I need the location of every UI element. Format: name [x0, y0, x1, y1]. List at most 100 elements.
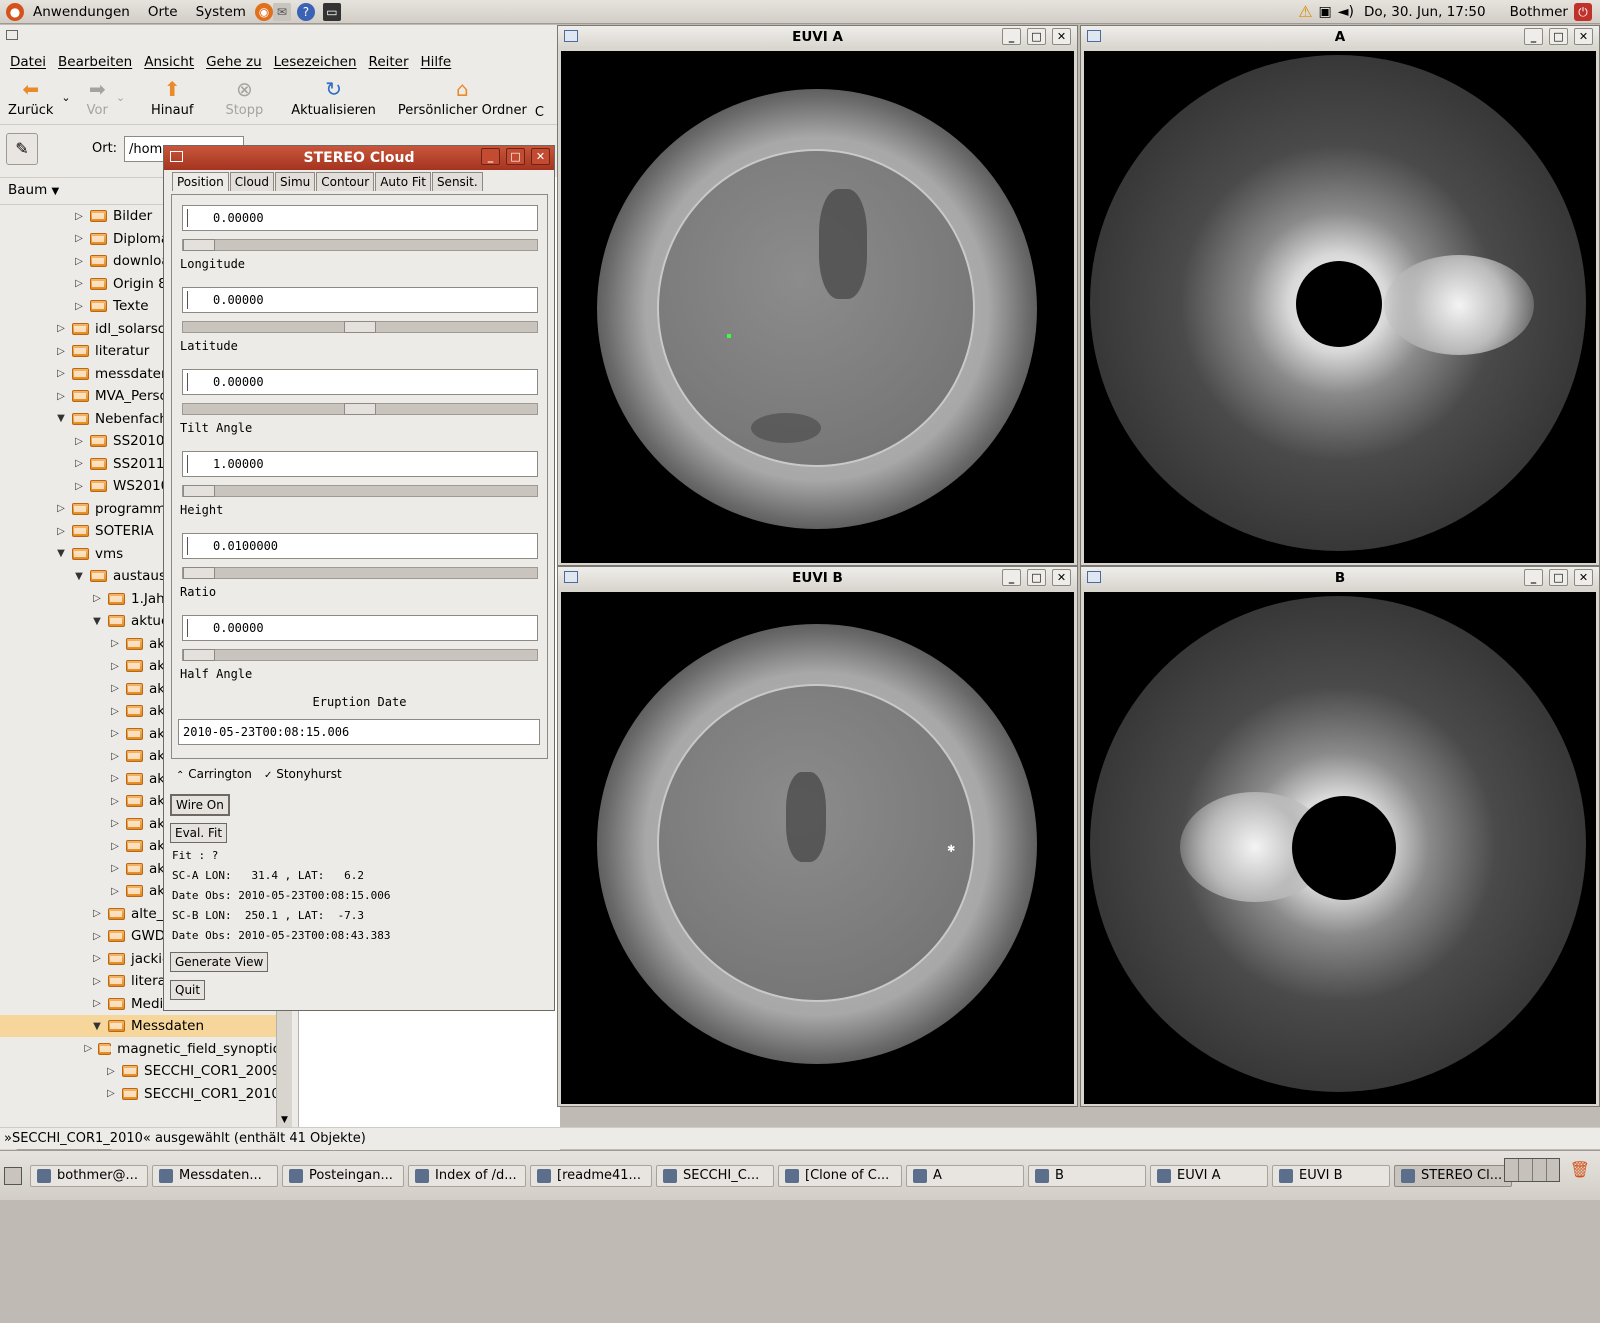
collapsed-triangle-icon[interactable]: ▷	[54, 526, 68, 537]
minimize-icon[interactable]: _	[1002, 569, 1021, 586]
collapsed-triangle-icon[interactable]: ▷	[108, 706, 122, 717]
terminal-icon[interactable]: ▭	[322, 2, 341, 21]
collapsed-triangle-icon[interactable]: ▷	[108, 863, 122, 874]
carrington-radio[interactable]: ⌃ Carrington	[176, 767, 252, 781]
collapsed-triangle-icon[interactable]: ▷	[90, 998, 104, 1009]
stereo-cloud-titlebar[interactable]: STEREO Cloud _ □ ✕	[164, 146, 554, 170]
collapsed-triangle-icon[interactable]: ▷	[90, 953, 104, 964]
menu-bearbeiten[interactable]: Bearbeiten	[52, 54, 138, 70]
minimize-icon[interactable]: _	[1524, 569, 1543, 586]
param-slider[interactable]	[182, 649, 538, 661]
collapsed-triangle-icon[interactable]: ▷	[54, 346, 68, 357]
eval-fit-button[interactable]: Eval. Fit	[170, 823, 228, 843]
taskbar-button[interactable]: EUVI A	[1150, 1164, 1268, 1187]
close-icon[interactable]: ✕	[1574, 28, 1593, 45]
taskbar-button[interactable]: EUVI B	[1272, 1164, 1390, 1187]
collapsed-triangle-icon[interactable]: ▷	[90, 908, 104, 919]
param-value-field[interactable]: 0.00000	[182, 287, 538, 313]
taskbar-button[interactable]: Posteingan...	[282, 1164, 404, 1187]
collapsed-triangle-icon[interactable]: ▷	[72, 481, 86, 492]
param-slider[interactable]	[182, 567, 538, 579]
taskbar-button[interactable]: [readme41...	[530, 1164, 652, 1187]
ubuntu-logo-icon[interactable]: ●	[6, 2, 24, 21]
slider-knob[interactable]	[344, 403, 376, 415]
collapsed-triangle-icon[interactable]: ▷	[90, 931, 104, 942]
maximize-icon[interactable]: □	[1549, 569, 1568, 586]
close-icon[interactable]: ✕	[1052, 569, 1071, 586]
window-menu-icon[interactable]	[1087, 571, 1101, 583]
param-value-field[interactable]: 0.00000	[182, 205, 538, 231]
expanded-triangle-icon[interactable]: ▼	[54, 548, 68, 559]
stonyhurst-radio[interactable]: ✓ Stonyhurst	[264, 767, 342, 781]
volume-icon[interactable]: ◄)	[1338, 4, 1354, 20]
cor-b-image[interactable]	[1084, 592, 1596, 1104]
expanded-triangle-icon[interactable]: ▼	[54, 413, 68, 424]
collapsed-triangle-icon[interactable]: ▷	[72, 301, 86, 312]
tree-item[interactable]: ▷ SECCHI_COR1_2010	[0, 1083, 280, 1105]
maximize-icon[interactable]: □	[1027, 28, 1046, 45]
expanded-triangle-icon[interactable]: ▼	[72, 571, 86, 582]
taskbar-button[interactable]: SECCHI_C...	[656, 1164, 774, 1187]
expanded-triangle-icon[interactable]: ▼	[90, 1021, 104, 1032]
window-menu-icon[interactable]	[170, 151, 183, 162]
collapsed-triangle-icon[interactable]: ▷	[54, 323, 68, 334]
collapsed-triangle-icon[interactable]: ▷	[108, 683, 122, 694]
forward-button[interactable]: ➡ Vor	[79, 75, 116, 120]
cor-b-titlebar[interactable]: B _ □ ✕	[1081, 567, 1599, 589]
show-desktop-icon[interactable]	[4, 1166, 22, 1185]
maximize-icon[interactable]: □	[1027, 569, 1046, 586]
taskbar-button[interactable]: STEREO Cl...	[1394, 1164, 1512, 1187]
collapsed-triangle-icon[interactable]: ▷	[72, 256, 86, 267]
tab-auto-fit[interactable]: Auto Fit	[375, 172, 431, 191]
window-menu-icon[interactable]	[1087, 30, 1101, 42]
quit-button[interactable]: Quit	[170, 980, 206, 1000]
taskbar-button[interactable]: bothmer@...	[30, 1164, 148, 1187]
slider-knob[interactable]	[183, 485, 215, 497]
network-icon[interactable]: ▣	[1319, 4, 1332, 20]
euvi-b-titlebar[interactable]: EUVI B _ □ ✕	[558, 567, 1077, 589]
window-menu-icon[interactable]	[6, 30, 18, 40]
collapsed-triangle-icon[interactable]: ▷	[108, 661, 122, 672]
collapsed-triangle-icon[interactable]: ▷	[108, 638, 122, 649]
euvi-a-image[interactable]	[561, 51, 1074, 563]
taskbar-button[interactable]: A	[906, 1164, 1024, 1187]
cor-a-image[interactable]	[1084, 51, 1596, 563]
taskbar-button[interactable]: Index of /d...	[408, 1164, 526, 1187]
collapsed-triangle-icon[interactable]: ▷	[83, 1043, 94, 1054]
collapsed-triangle-icon[interactable]: ▷	[108, 841, 122, 852]
edit-location-icon[interactable]: ✎	[6, 133, 38, 165]
tree-item[interactable]: ▼ Messdaten	[0, 1015, 280, 1037]
back-history-dropdown-icon[interactable]: ⌄	[61, 91, 70, 104]
collapsed-triangle-icon[interactable]: ▷	[72, 211, 86, 222]
trash-icon[interactable]: 🗑	[1570, 1160, 1590, 1179]
collapsed-triangle-icon[interactable]: ▷	[108, 773, 122, 784]
collapsed-triangle-icon[interactable]: ▷	[104, 1066, 118, 1077]
param-value-field[interactable]: 0.0100000	[182, 533, 538, 559]
expanded-triangle-icon[interactable]: ▼	[90, 616, 104, 627]
user-menu[interactable]: Bothmer	[1510, 4, 1568, 20]
collapsed-triangle-icon[interactable]: ▷	[54, 368, 68, 379]
window-menu-icon[interactable]	[564, 30, 578, 42]
toolbar-overflow-label[interactable]: C	[535, 105, 544, 120]
param-slider[interactable]	[182, 403, 538, 415]
slider-knob[interactable]	[183, 239, 215, 251]
forward-history-dropdown-icon[interactable]: ⌄	[116, 91, 125, 104]
collapsed-triangle-icon[interactable]: ▷	[72, 233, 86, 244]
home-folder-button[interactable]: ⌂ Persönlicher Ordner	[390, 75, 535, 120]
menu-datei[interactable]: Datei	[4, 54, 52, 70]
collapsed-triangle-icon[interactable]: ▷	[104, 1088, 118, 1099]
tab-cloud[interactable]: Cloud	[229, 172, 275, 191]
collapsed-triangle-icon[interactable]: ▷	[108, 728, 122, 739]
collapsed-triangle-icon[interactable]: ▷	[72, 458, 86, 469]
workspace-switcher[interactable]	[1504, 1158, 1560, 1182]
collapsed-triangle-icon[interactable]: ▷	[90, 593, 104, 604]
reload-button[interactable]: ↻ Aktualisieren	[283, 75, 384, 120]
collapsed-triangle-icon[interactable]: ▷	[72, 436, 86, 447]
taskbar-button[interactable]: B	[1028, 1164, 1146, 1187]
menu-applications[interactable]: Anwendungen	[24, 4, 139, 20]
param-slider[interactable]	[182, 321, 538, 333]
param-value-field[interactable]: 1.00000	[182, 451, 538, 477]
collapsed-triangle-icon[interactable]: ▷	[108, 796, 122, 807]
menu-places[interactable]: Orte	[139, 4, 187, 20]
menu-system[interactable]: System	[187, 4, 255, 20]
